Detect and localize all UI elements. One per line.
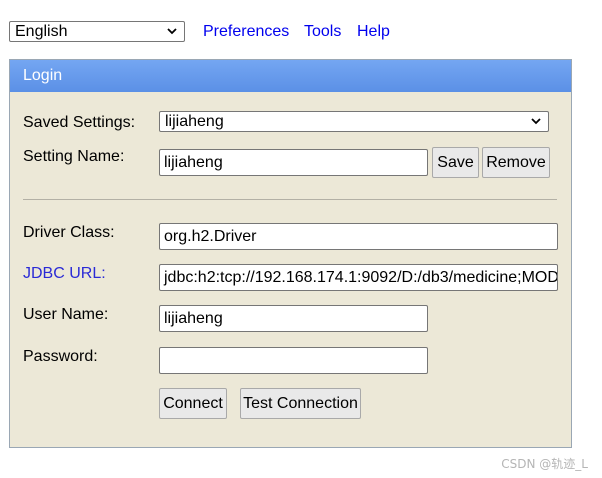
password-label: Password:: [23, 348, 98, 365]
jdbc-url-input[interactable]: jdbc:h2:tcp://192.168.174.1:9092/D:/db3/…: [159, 264, 558, 291]
jdbc-url-label[interactable]: JDBC URL:: [23, 264, 106, 284]
divider: [23, 199, 557, 200]
login-panel-title: Login: [10, 60, 571, 92]
chevron-down-icon: [531, 118, 541, 125]
saved-settings-label: Saved Settings:: [23, 114, 136, 131]
setting-name-label: Setting Name:: [23, 148, 125, 165]
chevron-down-icon: [167, 28, 177, 35]
top-bar: English Preferences Tools Help: [0, 0, 602, 60]
tools-link[interactable]: Tools: [304, 21, 341, 42]
test-connection-button[interactable]: Test Connection: [240, 388, 361, 419]
driver-class-label: Driver Class:: [23, 224, 115, 241]
login-panel: Login Saved Settings: lijiaheng Setting …: [9, 59, 572, 448]
language-select[interactable]: English: [9, 21, 185, 42]
watermark: CSDN @轨迹_L: [501, 457, 588, 471]
user-name-label: User Name:: [23, 306, 109, 323]
saved-settings-select[interactable]: lijiaheng: [159, 111, 549, 132]
password-input[interactable]: [159, 347, 428, 374]
connect-button[interactable]: Connect: [159, 388, 227, 419]
setting-name-input[interactable]: lijiaheng: [159, 149, 428, 176]
language-select-value: English: [15, 23, 68, 40]
save-button[interactable]: Save: [432, 147, 479, 178]
help-link[interactable]: Help: [357, 21, 390, 42]
driver-class-input[interactable]: org.h2.Driver: [159, 223, 558, 250]
remove-button[interactable]: Remove: [482, 147, 550, 178]
saved-settings-value: lijiaheng: [165, 113, 224, 130]
preferences-link[interactable]: Preferences: [203, 21, 289, 42]
user-name-input[interactable]: lijiaheng: [159, 305, 428, 332]
